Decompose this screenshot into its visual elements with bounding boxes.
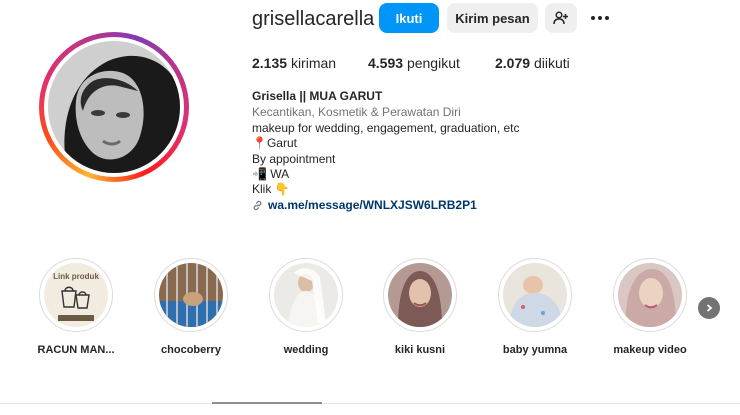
highlight-label: makeup video [613, 344, 687, 356]
more-options-icon [591, 16, 595, 20]
follow-button[interactable]: Ikuti [379, 3, 439, 33]
bio-line: 📍Garut [252, 136, 297, 150]
highlight-item[interactable]: Link produk RACUN MAN... [36, 258, 116, 356]
highlight-label: chocoberry [161, 344, 221, 356]
highlight-cover [274, 263, 338, 327]
highlight-cover [159, 263, 223, 327]
followers-count[interactable]: 4.593 pengikut [368, 55, 460, 71]
profile-username: grisellacarella [252, 8, 375, 30]
highlight-cover: Link produk [44, 263, 108, 327]
highlight-cover [503, 263, 567, 327]
highlight-item[interactable]: wedding [266, 258, 346, 356]
highlight-label: baby yumna [502, 344, 568, 356]
active-tab-indicator [212, 402, 322, 404]
highlight-item[interactable]: chocoberry [151, 258, 231, 356]
profile-avatar [48, 41, 180, 173]
highlight-label: RACUN MAN... [37, 344, 115, 356]
bio-category: Kecantikan, Kosmetik & Perawatan Diri [252, 105, 461, 119]
suggest-users-button[interactable] [545, 3, 577, 33]
bio-link[interactable]: wa.me/message/WNLXJSW6LRB2P1 [252, 198, 477, 212]
chevron-right-icon [706, 304, 713, 312]
bio-line: By appointment [252, 152, 336, 166]
highlight-cover-text: Link produk [53, 272, 99, 281]
highlight-label: wedding [283, 344, 329, 356]
link-icon [253, 200, 262, 210]
highlight-item[interactable]: kiki kusni [380, 258, 460, 356]
highlight-cover [618, 263, 682, 327]
highlight-cover [388, 263, 452, 327]
posts-count: 2.135 kiriman [252, 55, 337, 71]
bio-name: Grisella || MUA GARUT [252, 89, 383, 103]
highlight-item[interactable]: makeup video [610, 258, 690, 356]
following-count[interactable]: 2.079 diikuti [495, 55, 570, 71]
person-plus-icon [553, 11, 568, 25]
highlight-label: kiki kusni [394, 344, 446, 356]
highlight-item[interactable]: baby yumna [495, 258, 575, 356]
message-button[interactable]: Kirim pesan [447, 3, 538, 33]
profile-avatar-ring[interactable] [39, 32, 189, 182]
bio-line: makeup for wedding, engagement, graduati… [252, 121, 520, 135]
highlights-next-button[interactable] [698, 297, 720, 319]
bio-line: 📲 WA [252, 167, 290, 181]
bio-link-text[interactable]: wa.me/message/WNLXJSW6LRB2P1 [268, 198, 477, 212]
bio-line: Klik 👇 [252, 182, 290, 196]
more-options-button[interactable] [588, 8, 612, 28]
tabs-divider [0, 403, 740, 404]
